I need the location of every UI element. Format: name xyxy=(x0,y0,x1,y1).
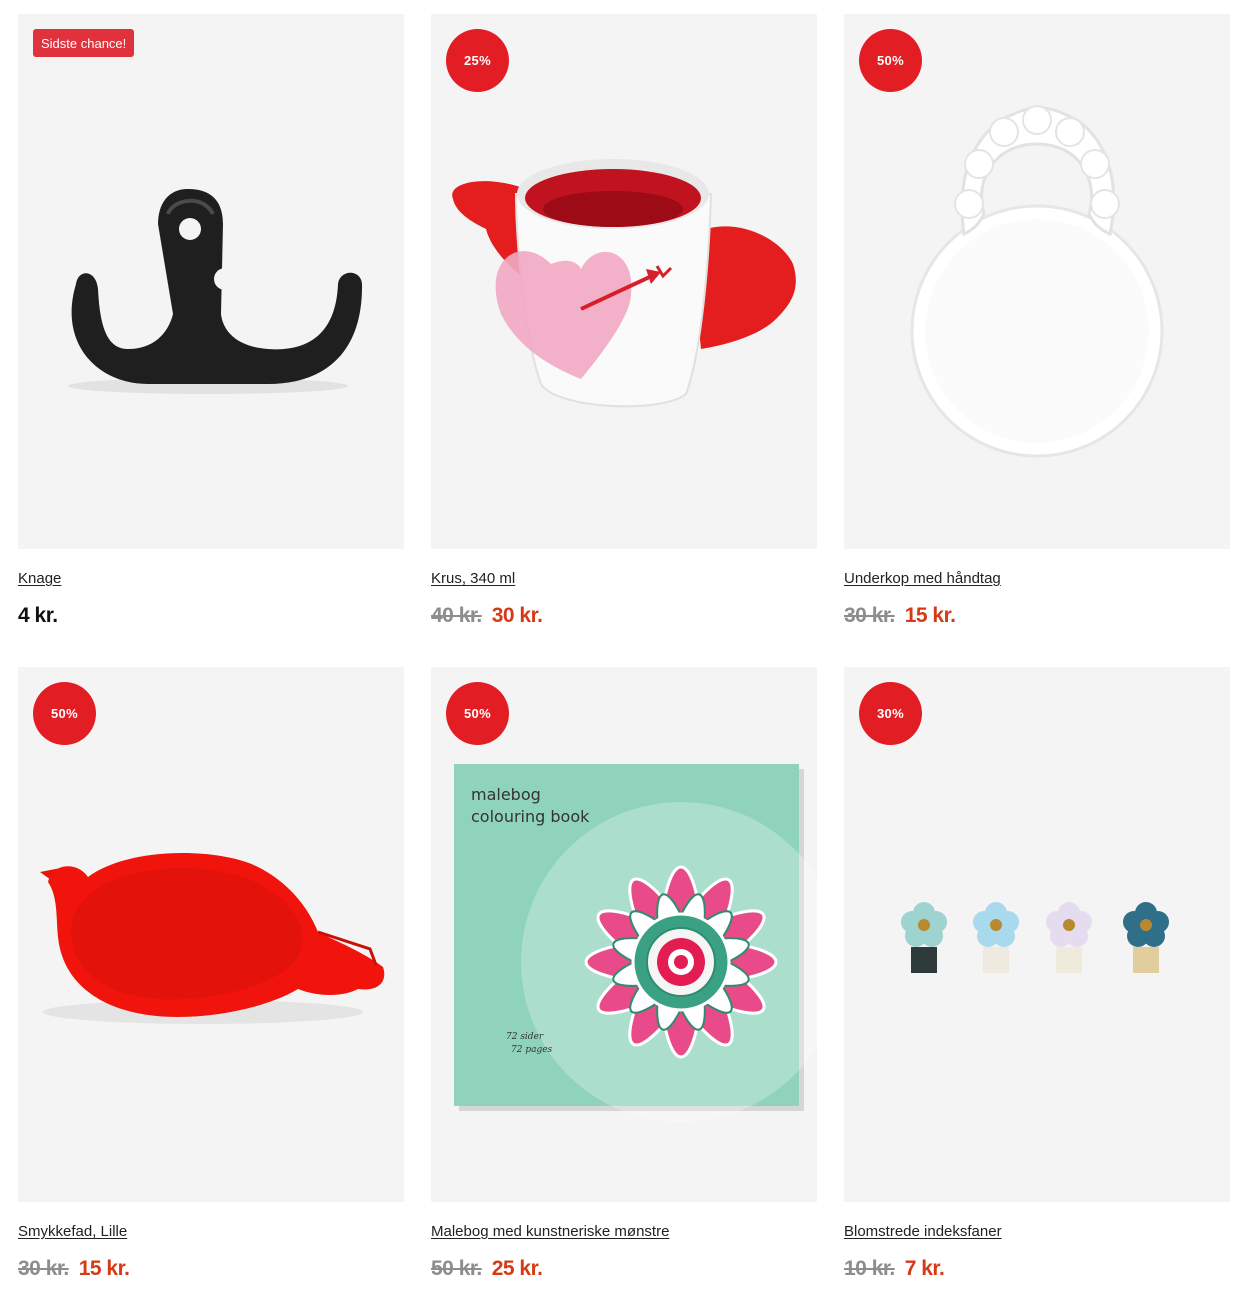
cover-pages-1: 72 sider xyxy=(506,1032,544,1042)
original-price: 40 kr. xyxy=(431,604,482,627)
red-heart-dish-image xyxy=(40,853,385,1024)
sale-price: 30 kr. xyxy=(491,604,543,627)
original-price: 10 kr. xyxy=(844,1257,895,1280)
product-image[interactable]: 50% xyxy=(18,667,404,1202)
current-price: 4 kr. xyxy=(18,604,58,627)
product-name[interactable]: Underkop med håndtag xyxy=(844,570,1001,587)
white-saucer-image xyxy=(910,105,1164,458)
cover-pages-2: 72 pages xyxy=(511,1045,553,1055)
original-price: 30 kr. xyxy=(18,1257,69,1280)
product-name[interactable]: Malebog med kunstneriske mønstre xyxy=(431,1223,669,1240)
product-name[interactable]: Smykkefad, Lille xyxy=(18,1223,127,1240)
product-name[interactable]: Knage xyxy=(18,570,61,587)
product-card[interactable]: 50% Underkop med håndtag 30 kr. 15 kr. xyxy=(844,14,1230,654)
product-card[interactable]: 30% Blomstrede indeksfaner 10 kr. 7 kr. xyxy=(844,667,1230,1307)
product-grid: Sidste chance! Knage 4 kr. 25% Krus, 340… xyxy=(18,14,1230,1307)
black-double-hook-image xyxy=(68,189,363,394)
price-row: 10 kr. 7 kr. xyxy=(844,1257,945,1281)
product-image[interactable]: Sidste chance! xyxy=(18,14,404,549)
product-name[interactable]: Krus, 340 ml xyxy=(431,570,515,587)
discount-badge: 30% xyxy=(859,682,922,745)
mandala-book-image: malebog colouring book 72 sider 72 pages xyxy=(454,764,817,1122)
discount-badge: 50% xyxy=(33,682,96,745)
winged-heart-mug-image xyxy=(452,159,796,408)
product-name[interactable]: Blomstrede indeksfaner xyxy=(844,1223,1002,1240)
price-row: 30 kr. 15 kr. xyxy=(844,604,956,628)
product-card[interactable]: 50% malebog colouring book 72 sider 72 p… xyxy=(431,667,817,1307)
discount-badge: 50% xyxy=(859,29,922,92)
original-price: 30 kr. xyxy=(844,604,895,627)
discount-badge: 50% xyxy=(446,682,509,745)
product-image[interactable]: 25% xyxy=(431,14,817,549)
product-image[interactable]: 50% xyxy=(431,667,817,1202)
cover-title-2: colouring book xyxy=(471,807,590,826)
product-image[interactable]: 30% xyxy=(844,667,1230,1202)
flower-tabs-image xyxy=(901,902,1169,973)
sale-price: 15 kr. xyxy=(78,1257,130,1280)
cover-title-1: malebog xyxy=(471,785,541,804)
original-price: 50 kr. xyxy=(431,1257,482,1280)
sale-price: 15 kr. xyxy=(904,604,956,627)
price-row: 50 kr. 25 kr. xyxy=(431,1257,543,1281)
sale-price: 25 kr. xyxy=(491,1257,543,1280)
price-row: 40 kr. 30 kr. xyxy=(431,604,543,628)
product-image[interactable]: 50% xyxy=(844,14,1230,549)
discount-badge: 25% xyxy=(446,29,509,92)
sale-price: 7 kr. xyxy=(904,1257,945,1280)
price-row: 4 kr. xyxy=(18,604,58,628)
last-chance-badge: Sidste chance! xyxy=(33,29,135,57)
product-card[interactable]: 50% Smykkefad, Lille 30 kr. 15 kr. xyxy=(18,667,404,1307)
product-card[interactable]: Sidste chance! Knage 4 kr. xyxy=(18,14,404,654)
product-card[interactable]: 25% Krus, 340 ml 40 kr. 30 kr. xyxy=(431,14,817,654)
price-row: 30 kr. 15 kr. xyxy=(18,1257,130,1281)
